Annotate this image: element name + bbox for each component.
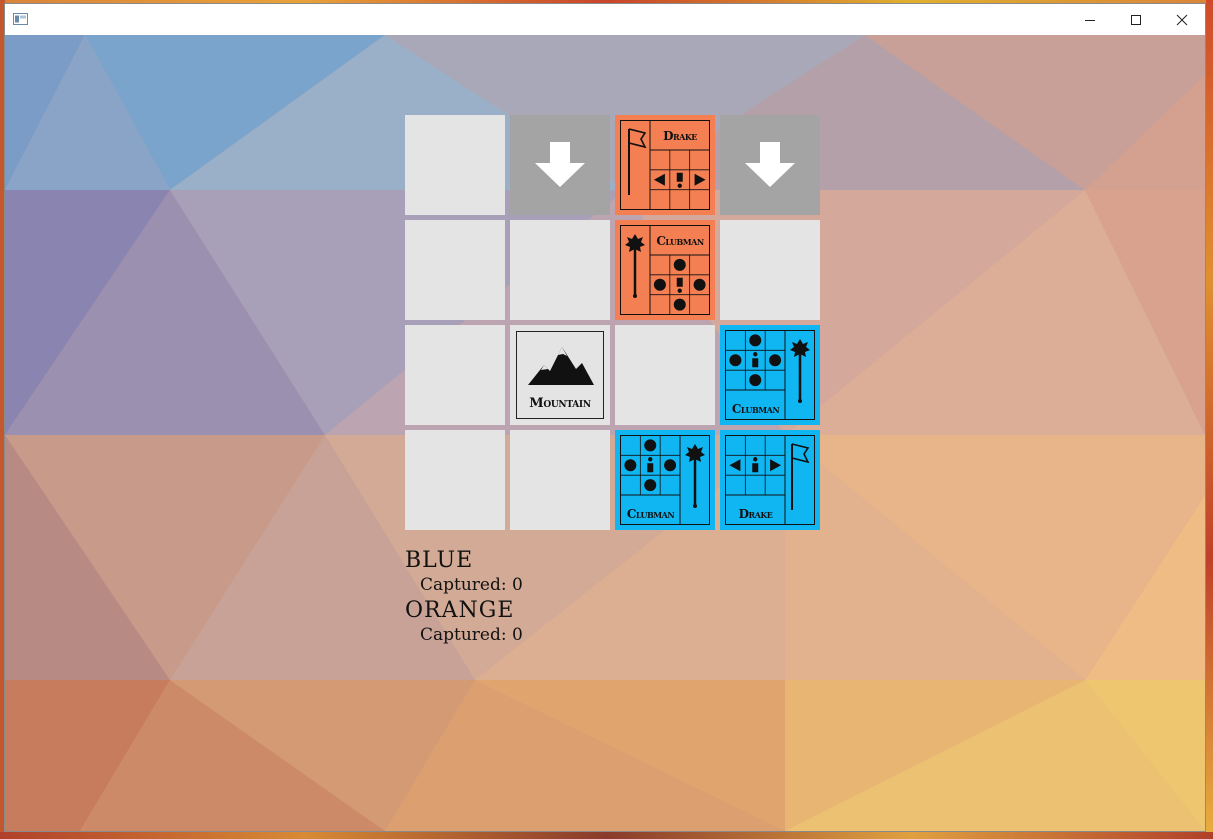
title-bar[interactable] [5, 4, 1205, 35]
unit-name-label: Drake [738, 507, 773, 521]
team-name-orange: ORANGE [405, 598, 515, 623]
unit-position-icon [752, 457, 759, 473]
close-icon [1176, 14, 1188, 25]
move-dot-icon [769, 354, 782, 367]
captured-label: Captured: [420, 625, 507, 645]
move-dot-icon [644, 439, 657, 452]
captured-count-blue: Captured: 0 [405, 573, 523, 598]
unit-position-icon [676, 172, 683, 188]
move-dot-icon [673, 298, 686, 311]
unit-name-label: Clubman [626, 507, 675, 521]
minimize-button[interactable] [1067, 4, 1113, 35]
move-dot-icon [693, 278, 706, 291]
board-cell-r3-c2[interactable]: Mountain [510, 325, 610, 425]
board-cell-r1-c4[interactable] [720, 115, 820, 215]
captured-count-orange: Captured: 0 [405, 623, 523, 648]
unit-orange-drake[interactable]: Drake [615, 115, 715, 215]
move-left-icon [653, 173, 665, 186]
mace-icon [685, 444, 705, 508]
maximize-button[interactable] [1113, 4, 1159, 35]
mace-icon [790, 339, 810, 403]
flag-icon [628, 128, 647, 195]
captured-value: 0 [512, 625, 523, 645]
unit-name-label: Clubman [656, 234, 704, 248]
captured-value: 0 [512, 575, 523, 595]
mace-icon [625, 234, 645, 298]
move-dot-icon [749, 374, 762, 387]
move-dot-icon [673, 258, 686, 271]
move-dot-icon [729, 354, 742, 367]
move-right-icon [694, 173, 706, 186]
board-cell-r2-c4[interactable] [720, 220, 820, 320]
unit-blue-clubman[interactable]: Clubman [720, 325, 820, 425]
arrow-down-icon [745, 142, 795, 187]
board-cell-r3-c1[interactable] [405, 325, 505, 425]
score-panel: BLUE Captured: 0 ORANGE Captured: 0 [405, 548, 523, 648]
minimize-icon [1085, 19, 1095, 21]
terrain-label: Mountain [529, 396, 591, 411]
move-dot-icon [664, 459, 677, 472]
board-cell-r4-c2[interactable] [510, 430, 610, 530]
game-board: Drake Clubman Mountain Clubman Clubman Drake [405, 115, 821, 531]
move-left-icon [729, 459, 741, 472]
captured-label: Captured: [420, 575, 507, 595]
team-name-blue: BLUE [405, 548, 474, 573]
unit-name-label: Clubman [731, 402, 780, 416]
board-cell-r1-c1[interactable] [405, 115, 505, 215]
app-window-icon [13, 13, 28, 25]
unit-blue-drake[interactable]: Drake [720, 430, 820, 530]
unit-position-icon [647, 457, 654, 473]
arrow-down-icon [535, 142, 585, 187]
move-dot-icon [644, 479, 657, 492]
unit-name-label: Drake [663, 129, 697, 143]
unit-orange-clubman[interactable]: Clubman [615, 220, 715, 320]
move-dot-icon [624, 459, 637, 472]
move-dot-icon [653, 278, 666, 291]
mountain-icon [528, 347, 594, 385]
board-cell-r4-c1[interactable] [405, 430, 505, 530]
move-dot-icon [749, 334, 762, 347]
board-cell-r2-c1[interactable] [405, 220, 505, 320]
desktop-background-bottom [0, 832, 1213, 839]
unit-position-icon [676, 277, 683, 293]
game-window: Drake Clubman Mountain Clubman Clubman Drake … [5, 4, 1205, 831]
flag-icon [791, 443, 810, 510]
game-area: Drake Clubman Mountain Clubman Clubman Drake … [5, 35, 1205, 831]
move-right-icon [770, 459, 782, 472]
unit-position-icon [752, 352, 759, 368]
desktop-background-right [1206, 0, 1213, 839]
unit-blue-clubman[interactable]: Clubman [615, 430, 715, 530]
close-button[interactable] [1159, 4, 1205, 35]
board-cell-r3-c3[interactable] [615, 325, 715, 425]
board-cell-r2-c2[interactable] [510, 220, 610, 320]
maximize-icon [1131, 14, 1141, 25]
board-cell-r1-c2[interactable] [510, 115, 610, 215]
